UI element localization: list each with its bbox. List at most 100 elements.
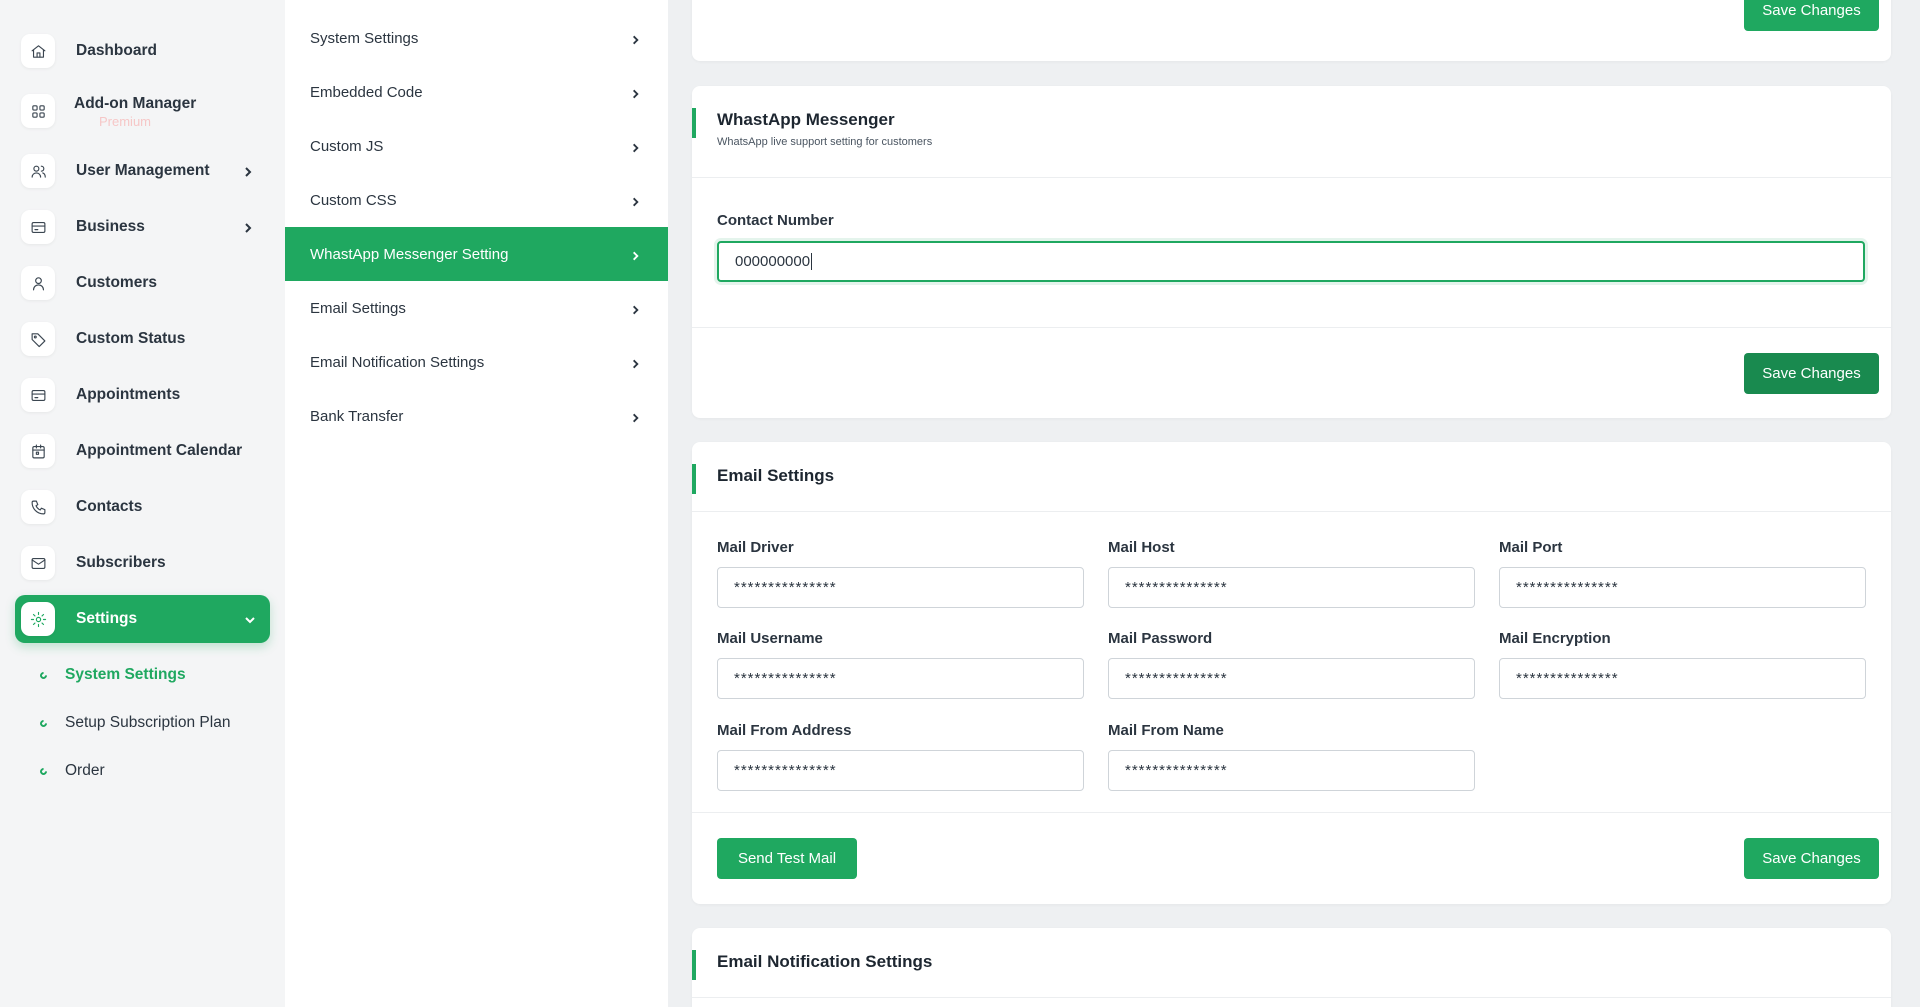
- bullet-icon: [38, 766, 49, 776]
- user-icon: [21, 266, 55, 300]
- sidebar-item-business[interactable]: Business: [15, 203, 270, 251]
- card-icon: [21, 210, 55, 244]
- phone-icon: [21, 490, 55, 524]
- sidebar-subitem-label: Order: [65, 762, 105, 779]
- bullet-icon: [38, 670, 49, 680]
- users-icon: [21, 154, 55, 188]
- settings-menu-label: Embedded Code: [310, 83, 423, 101]
- mail-username-input[interactable]: ***************: [717, 658, 1084, 699]
- chevron-right-icon: [242, 221, 254, 233]
- settings-menu-whatsapp[interactable]: WhastApp Messenger Setting: [285, 227, 668, 281]
- settings-menu-label: Email Notification Settings: [310, 353, 485, 371]
- sidebar-subitem-label: Setup Subscription Plan: [65, 714, 231, 731]
- mail-driver-label: Mail Driver: [717, 539, 794, 556]
- card-title: WhastApp Messenger: [717, 110, 895, 129]
- mail-from-name-value: ***************: [1125, 762, 1228, 779]
- settings-menu: System Settings Embedded Code Custom JS …: [285, 0, 668, 1007]
- chevron-right-icon: [630, 249, 641, 261]
- sidebar-item-label: Customers: [76, 274, 157, 291]
- settings-menu-custom-js[interactable]: Custom JS: [285, 119, 668, 173]
- settings-menu-email-notification[interactable]: Email Notification Settings: [285, 335, 668, 389]
- sidebar-item-label: Contacts: [76, 498, 143, 515]
- sidebar-subitem-system-settings[interactable]: System Settings: [0, 651, 285, 699]
- sidebar-item-user-management[interactable]: User Management: [15, 147, 270, 195]
- accent-bar: [692, 464, 696, 494]
- sidebar-item-customers[interactable]: Customers: [15, 259, 270, 307]
- mail-icon: [21, 546, 55, 580]
- mail-username-label: Mail Username: [717, 630, 823, 647]
- send-test-mail-button[interactable]: Send Test Mail: [717, 838, 857, 879]
- save-button[interactable]: Save Changes: [1744, 353, 1879, 394]
- email-notification-card: Email Notification Settings: [692, 928, 1891, 1007]
- card-header: WhastApp Messenger WhatsApp live support…: [692, 86, 1891, 178]
- gear-icon: [21, 602, 55, 636]
- premium-badge: Premium: [99, 113, 152, 129]
- card-icon: [21, 378, 55, 412]
- chevron-down-icon: [244, 613, 256, 625]
- mail-from-address-value: ***************: [734, 762, 837, 779]
- sidebar-subitem-setup-subscription-plan[interactable]: Setup Subscription Plan: [0, 699, 285, 747]
- sidebar-item-addon-manager[interactable]: Add-on Manager Premium: [15, 83, 270, 139]
- card-title: Email Settings: [717, 466, 835, 485]
- app-root: Dashboard Add-on Manager Premium User Ma…: [0, 0, 1920, 1007]
- mail-from-name-label: Mail From Name: [1108, 722, 1224, 739]
- accent-bar: [692, 108, 696, 138]
- chevron-right-icon: [630, 195, 641, 207]
- settings-menu-label: Custom JS: [310, 137, 384, 155]
- save-button[interactable]: Save Changes: [1744, 838, 1879, 879]
- mail-password-input[interactable]: ***************: [1108, 658, 1475, 699]
- chevron-right-icon: [630, 141, 641, 153]
- settings-menu-custom-css[interactable]: Custom CSS: [285, 173, 668, 227]
- mail-username-value: ***************: [734, 670, 837, 687]
- sidebar-item-label: Appointment Calendar: [76, 442, 243, 459]
- sidebar-item-label: Custom Status: [76, 330, 186, 347]
- mail-encryption-input[interactable]: ***************: [1499, 658, 1866, 699]
- mail-host-value: ***************: [1125, 579, 1228, 596]
- settings-submenu: System Settings Setup Subscription Plan …: [0, 651, 285, 795]
- settings-menu-label: WhastApp Messenger Setting: [310, 245, 509, 263]
- mail-host-label: Mail Host: [1108, 539, 1175, 556]
- sidebar-item-label: Add-on Manager: [74, 94, 197, 112]
- mail-driver-input[interactable]: ***************: [717, 567, 1084, 608]
- contact-number-value: 000000000: [735, 253, 811, 270]
- sidebar-subitem-order[interactable]: Order: [0, 747, 285, 795]
- settings-menu-email-settings[interactable]: Email Settings: [285, 281, 668, 335]
- chevron-right-icon: [630, 411, 641, 423]
- chevron-right-icon: [630, 33, 641, 45]
- mail-port-input[interactable]: ***************: [1499, 567, 1866, 608]
- sidebar-item-custom-status[interactable]: Custom Status: [15, 315, 270, 363]
- chevron-right-icon: [242, 165, 254, 177]
- settings-menu-embedded-code[interactable]: Embedded Code: [285, 65, 668, 119]
- save-button[interactable]: Save Changes: [1744, 0, 1879, 31]
- card-header: Email Notification Settings: [692, 928, 1891, 998]
- mail-encryption-label: Mail Encryption: [1499, 630, 1611, 647]
- sidebar-item-label: Settings: [76, 610, 138, 627]
- mail-driver-value: ***************: [734, 579, 837, 596]
- card-subtitle: WhatsApp live support setting for custom…: [717, 136, 933, 148]
- text-caret: [811, 253, 813, 270]
- divider: [692, 812, 1891, 813]
- settings-menu-bank-transfer[interactable]: Bank Transfer: [285, 389, 668, 443]
- grid-icon: [21, 94, 55, 128]
- settings-menu-label: Email Settings: [310, 299, 406, 317]
- mail-from-address-input[interactable]: ***************: [717, 750, 1084, 791]
- settings-menu-system-settings[interactable]: System Settings: [285, 11, 668, 65]
- mail-host-input[interactable]: ***************: [1108, 567, 1475, 608]
- mail-encryption-value: ***************: [1516, 670, 1619, 687]
- main-content: Save Changes WhastApp Messenger WhatsApp…: [668, 0, 1920, 1007]
- settings-menu-label: System Settings: [310, 29, 419, 47]
- sidebar-item-label: Business: [76, 218, 145, 235]
- chevron-right-icon: [630, 303, 641, 315]
- chevron-right-icon: [630, 357, 641, 369]
- mail-from-name-input[interactable]: ***************: [1108, 750, 1475, 791]
- calendar-icon: [21, 434, 55, 468]
- accent-bar: [692, 950, 696, 980]
- contact-number-input[interactable]: 000000000: [717, 241, 1865, 282]
- whatsapp-card: WhastApp Messenger WhatsApp live support…: [692, 86, 1891, 418]
- sidebar-item-contacts[interactable]: Contacts: [15, 483, 270, 531]
- sidebar-item-appointment-calendar[interactable]: Appointment Calendar: [15, 427, 270, 475]
- sidebar-item-subscribers[interactable]: Subscribers: [15, 539, 270, 587]
- sidebar-item-dashboard[interactable]: Dashboard: [15, 27, 270, 75]
- sidebar-item-settings[interactable]: Settings: [15, 595, 270, 643]
- sidebar-item-appointments[interactable]: Appointments: [15, 371, 270, 419]
